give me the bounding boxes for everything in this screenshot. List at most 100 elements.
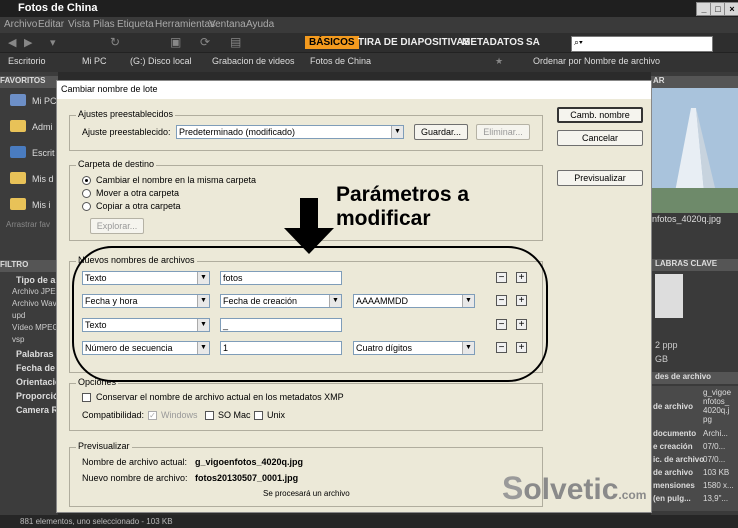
desktop-icon (10, 146, 26, 158)
presets-group: Ajustes preestablecidos Ajuste preestabl… (69, 109, 543, 151)
keep-name-checkbox[interactable] (82, 393, 91, 402)
breadcrumb-fotos[interactable]: Fotos de China (310, 56, 371, 66)
breadcrumb-disco[interactable]: (G:) Disco local (130, 56, 192, 66)
favorites-header[interactable]: FAVORITOS (0, 76, 58, 88)
keep-name-label: Conservar el nombre de archivo actual en… (96, 392, 344, 402)
keywords-header[interactable]: LABRAS CLAVE (651, 259, 738, 271)
compat-unix-checkbox[interactable] (254, 411, 263, 420)
menu-ayuda[interactable]: Ayuda (246, 19, 274, 30)
rename-button[interactable]: Camb. nombre (557, 107, 643, 123)
process-note: Se procesará un archivo (263, 489, 350, 498)
save-preset-button[interactable]: Guardar... (414, 124, 468, 140)
filter-upd[interactable]: upd (12, 311, 25, 320)
meta-key: documento (653, 429, 697, 438)
presets-group-label: Ajustes preestablecidos (76, 109, 176, 119)
filter-camera-raw[interactable]: Camera R (16, 405, 58, 415)
window-title-bar: Fotos de China _ □ × (0, 0, 738, 17)
meta-filename-value: g_vigoe nfotos_ 4020q.j pg (703, 388, 732, 424)
search-input[interactable]: ⌕▾ (571, 36, 713, 52)
star-icon[interactable]: ★ (495, 56, 503, 67)
preview-group-label: Previsualizar (76, 441, 132, 451)
highlight-oval (72, 246, 548, 382)
meta-key: e creación (653, 442, 693, 451)
delete-preset-button: Eliminar... (476, 124, 530, 140)
breadcrumb-escritorio[interactable]: Escritorio (8, 56, 46, 66)
compat-unix-label: Unix (267, 410, 286, 420)
dialog-title: Cambiar nombre de lote (61, 84, 158, 94)
cancel-button[interactable]: Cancelar (557, 130, 643, 146)
annotation-line1: Parámetros a (336, 183, 470, 206)
menu-bar: Archivo Editar Vista Pilas Etiqueta Herr… (0, 17, 738, 33)
sort-menu[interactable]: Ordenar por Nombre de archivo (533, 56, 660, 66)
open-recent-icon[interactable]: ▤ (230, 35, 241, 49)
radio-copy-folder[interactable] (82, 202, 91, 211)
back-icon[interactable]: ◀ (8, 36, 16, 49)
fav-mi-pc[interactable]: Mi PC (32, 96, 57, 106)
filter-tipo[interactable]: Tipo de a (16, 275, 55, 285)
tab-more[interactable]: SA (526, 37, 540, 48)
current-name-value: g_vigoenfotos_4020q.jpg (195, 457, 304, 467)
rotate-icon[interactable]: ↻ (110, 35, 120, 49)
meta-value: 07/0... (703, 442, 726, 451)
menu-editar[interactable]: Editar (38, 19, 64, 30)
breadcrumb: Escritorio Mi PC (G:) Disco local Grabac… (0, 53, 738, 72)
metadata-header[interactable]: des de archivo (651, 372, 738, 384)
refine-icon[interactable]: ▣ (170, 35, 181, 49)
menu-etiqueta[interactable]: Etiqueta (117, 19, 154, 30)
radio-same-folder[interactable] (82, 176, 91, 185)
compat-windows-checkbox: ✓ (148, 411, 157, 420)
filter-orientacion[interactable]: Orientació (16, 377, 61, 387)
folder-up-icon[interactable]: ▾ (50, 36, 56, 49)
meta-key: de archivo (653, 468, 694, 477)
preview-header[interactable]: AR (651, 76, 738, 88)
search-icon: ⌕▾ (574, 37, 583, 47)
forward-icon[interactable]: ▶ (24, 36, 32, 49)
menu-archivo[interactable]: Archivo (4, 19, 37, 30)
meta-key: mensiones (653, 481, 695, 490)
close-button[interactable]: × (724, 2, 738, 16)
watermark-brand: olvetic (523, 473, 619, 506)
gb-value: GB (655, 354, 669, 364)
filter-mpeg[interactable]: Vídeo MPEG (12, 323, 59, 332)
preview-button[interactable]: Previsualizar (557, 170, 643, 186)
preset-select[interactable]: Predeterminado (modificado) ▼ (176, 125, 404, 139)
fav-mis-imagenes[interactable]: Mis i (32, 200, 51, 210)
chevron-down-icon: ▼ (391, 126, 403, 138)
filter-fecha[interactable]: Fecha de (16, 363, 55, 373)
breadcrumb-grabacion[interactable]: Grabacion de videos (212, 56, 295, 66)
tab-tira-diapositivas[interactable]: TIRA DE DIAPOSITIVAS (358, 37, 470, 48)
filter-header[interactable]: FILTRO (0, 260, 58, 272)
compat-mac-label: SO Mac (218, 410, 251, 420)
filter-wav[interactable]: Archivo Wav (12, 299, 57, 308)
preview-thumbnail (651, 88, 738, 213)
metadata-table: g_vigoe nfotos_ 4020q.j pg de archivo do… (651, 386, 738, 511)
tab-metadatos[interactable]: METADATOS (462, 37, 524, 48)
left-panel: FAVORITOS Mi PC Admi Escrit Mis d Mis i … (0, 72, 64, 528)
menu-pilas[interactable]: Pilas (93, 19, 115, 30)
menu-vista[interactable]: Vista (68, 19, 90, 30)
current-name-label: Nombre de archivo actual: (82, 457, 188, 467)
fav-mis-documentos[interactable]: Mis d (32, 174, 54, 184)
folder-icon (10, 172, 26, 184)
ppp-value: 2 ppp (655, 340, 678, 350)
thumb-placeholder (655, 274, 683, 318)
fav-escritorio[interactable]: Escrit (32, 148, 55, 158)
tab-basicos[interactable]: BÁSICOS (305, 36, 359, 49)
camera-icon[interactable]: ⟳ (200, 35, 210, 49)
fav-admin[interactable]: Admi (32, 122, 53, 132)
menu-herramientas[interactable]: Herramientas (155, 19, 215, 30)
drag-hint: Arrastrar fav (6, 220, 51, 229)
new-name-value: fotos20130507_0001.jpg (195, 473, 299, 483)
menu-ventana[interactable]: Ventana (209, 19, 246, 30)
filter-palabras[interactable]: Palabras (16, 349, 54, 359)
radio-same-folder-label: Cambiar el nombre en la misma carpeta (96, 175, 257, 185)
radio-move-folder[interactable] (82, 189, 91, 198)
breadcrumb-mi-pc[interactable]: Mi PC (82, 56, 107, 66)
browse-button: Explorar... (90, 218, 144, 234)
compat-mac-checkbox[interactable] (205, 411, 214, 420)
meta-value: Archi... (703, 429, 728, 438)
building-image (651, 88, 738, 213)
filter-vsp[interactable]: vsp (12, 335, 24, 344)
filter-jpeg[interactable]: Archivo JPEG (12, 287, 62, 296)
meta-key: (en pulg... (653, 494, 691, 503)
